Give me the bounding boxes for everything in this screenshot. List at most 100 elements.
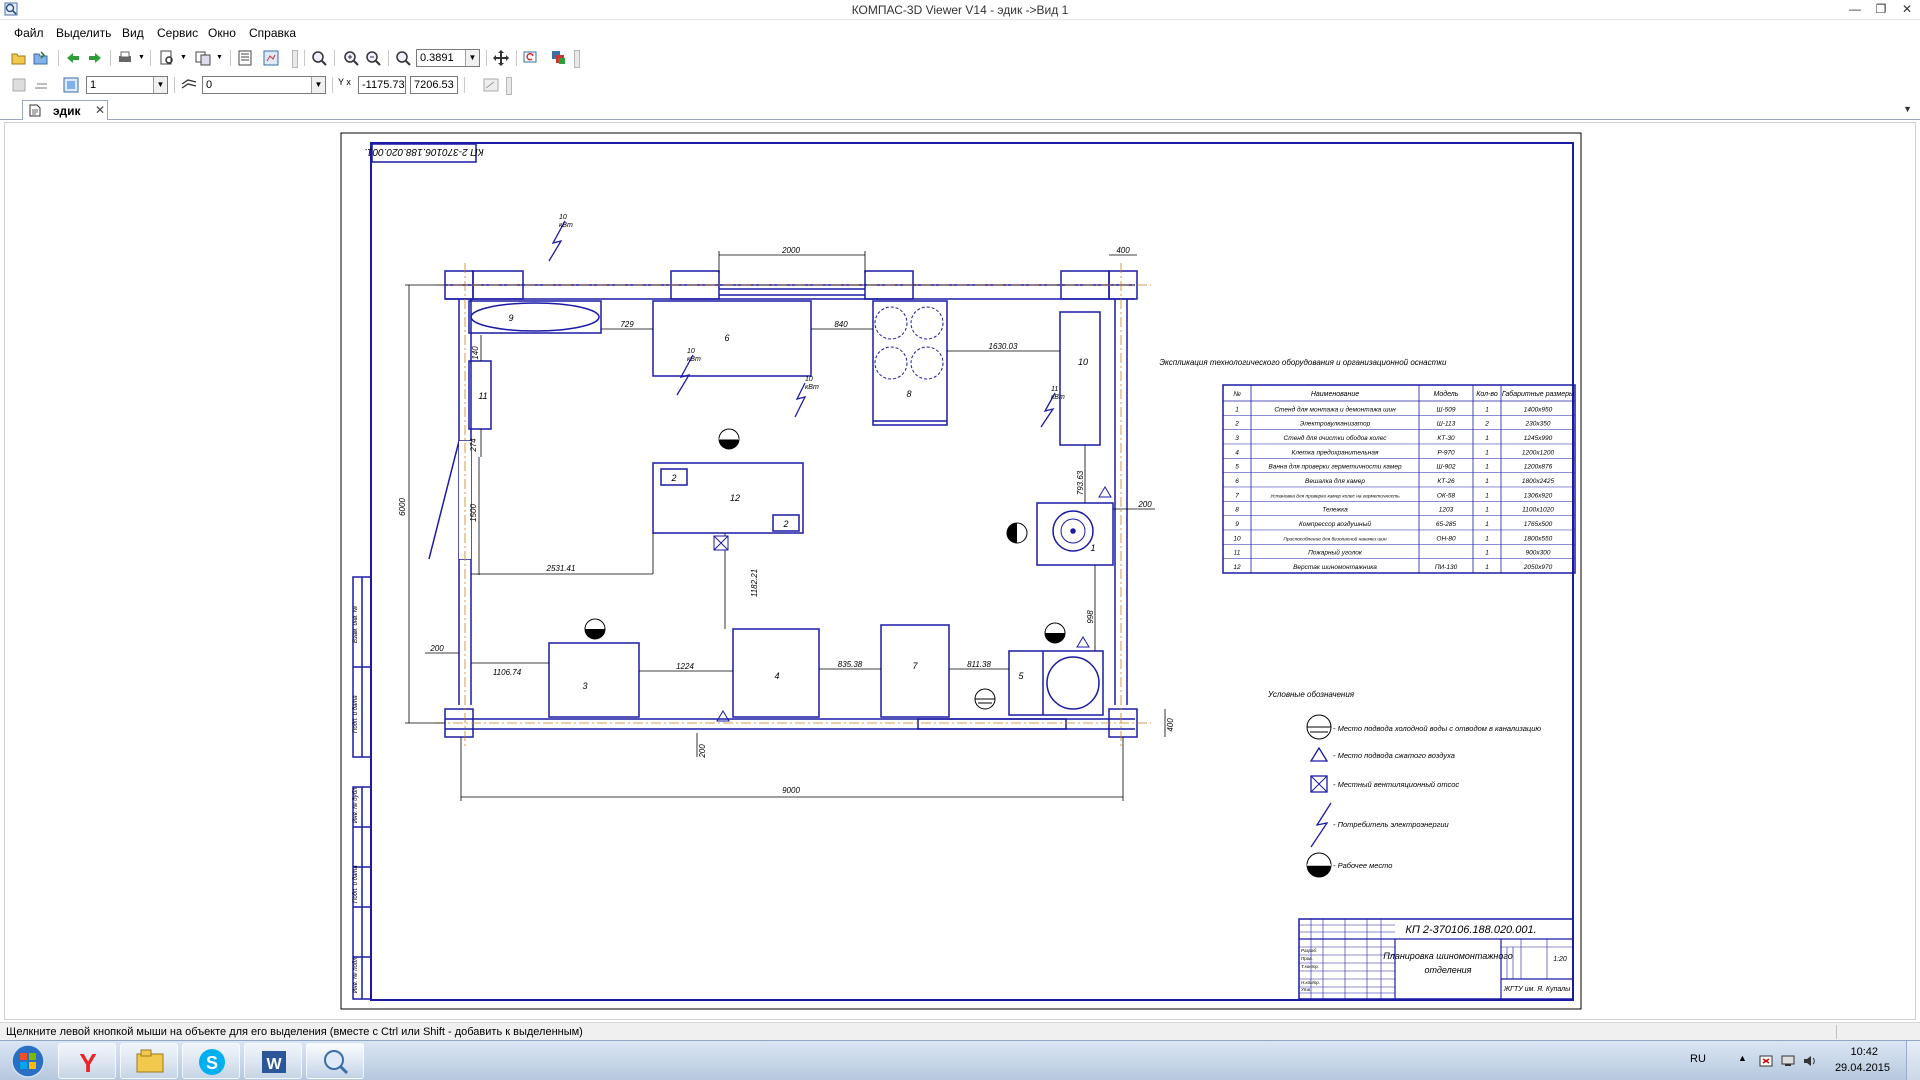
open-icon[interactable] [10,49,28,67]
system-tray: RU ▲ 10:42 29.04.2015 [1680,1041,1920,1080]
table-cell: 1306x920 [1524,492,1553,499]
dim-2000: 2000 [781,246,800,255]
table-cell: 1765x500 [1524,521,1553,528]
table-cell: 5 [1235,464,1239,471]
drawing-sheet[interactable]: КП 2-370106.188.020.001. Взам. инв. № По… [5,123,1917,1021]
table-cell: Стенд для очистки ободов колес [1284,434,1388,442]
manager-icon[interactable] [262,49,280,67]
taskbar-app-kompas[interactable] [306,1043,364,1079]
menu-select[interactable]: Выделить [56,26,111,40]
equip-label-1: 1 [1090,543,1095,553]
network-icon[interactable] [1780,1053,1796,1069]
zoom-window-icon[interactable] [310,49,328,67]
tab-close-icon[interactable]: ✕ [95,103,105,117]
drawing-canvas[interactable]: КП 2-370106.188.020.001. Взам. инв. № По… [4,122,1916,1020]
close-button[interactable]: ✕ [1900,2,1914,16]
current-layer-icon[interactable] [62,76,80,94]
tab-label: эдик [53,104,81,118]
preview-icon[interactable] [158,49,176,67]
start-button[interactable] [4,1043,52,1079]
menu-file[interactable]: Файл [14,26,44,40]
minimize-button[interactable]: — [1848,2,1862,16]
taskbar-app-explorer[interactable] [120,1043,178,1079]
zoom-in-icon[interactable] [342,49,360,67]
workplace-icon [1006,522,1028,544]
taskbar-app-yandex[interactable]: Y [58,1043,116,1079]
clock-date[interactable]: 29.04.2015 [1835,1062,1890,1074]
measure-icon[interactable] [482,76,500,94]
coord-y-field[interactable]: 7206.53 [410,76,458,94]
dim-400-top: 400 [1116,246,1130,255]
tab-list-icon[interactable]: ▼ [1903,104,1912,114]
equip-label-2b: 2 [782,519,788,529]
standard-toolbar: ▼ ▼ ▼ 0.3891 ▼ [0,45,1920,71]
dim-1500: 1500 [469,504,478,522]
menu-bar: Файл Выделить Вид Сервис Окно Справка [0,22,1920,44]
zoom-scale-icon[interactable] [394,49,412,67]
equip-label-11: 11 [478,391,487,401]
open-recent-icon[interactable] [32,49,50,67]
role-approved: Утв. [1301,987,1311,992]
coordinates-label: Y x [338,77,351,87]
zoom-out-icon[interactable] [364,49,382,67]
dim-200-right: 200 [1137,500,1152,509]
table-cell: Тележка [1322,507,1348,514]
layer-combo[interactable]: 1 ▼ [86,76,168,94]
language-indicator[interactable]: RU [1690,1053,1706,1065]
toolbar-grip[interactable] [574,50,580,68]
print-dropdown-icon[interactable]: ▼ [138,54,145,61]
refresh-icon[interactable] [522,49,540,67]
restore-button[interactable]: ❐ [1874,2,1888,16]
equip-label-2: 2 [670,473,676,483]
table-cell: 1400x950 [1524,406,1553,413]
table-cell: Ванна для проверки герметичности камер [1268,463,1402,471]
toolbar-grip[interactable] [506,77,512,95]
table-cell: 1 [1485,521,1489,528]
side-stamp-label-5: Инв. № подл. [352,956,359,993]
dim-9000: 9000 [782,786,800,795]
forward-arrow-icon[interactable] [86,49,104,67]
taskbar-app-word[interactable]: W [244,1043,302,1079]
table-cell: Приспособление для безопасной накачки ши… [1283,535,1387,542]
zoom-combo[interactable]: 0.3891 ▼ [416,49,480,67]
taskbar-app-skype[interactable]: S [182,1043,240,1079]
print-icon[interactable] [116,49,134,67]
coord-x-field[interactable]: -1175.73 [358,76,406,94]
table-header-size: Габаритные размеры [1502,390,1575,398]
copy-dropdown-icon[interactable]: ▼ [216,54,223,61]
ventilation-icon [713,535,729,551]
volume-icon[interactable] [1802,1053,1818,1069]
window-title: КОМПАС-3D Viewer V14 - эдик ->Вид 1 [851,3,1069,17]
pan-icon[interactable] [492,49,510,67]
table-cell: 1 [1485,406,1489,413]
action-center-icon[interactable] [1758,1053,1774,1069]
menu-help[interactable]: Справка [249,26,296,40]
style-icon[interactable] [180,76,198,94]
state-icon [12,78,26,92]
yandex-icon: Y [79,1048,96,1078]
word-icon: W [262,1051,286,1073]
menu-window[interactable]: Окно [208,26,236,40]
tab-edik[interactable]: эдик ✕ [22,100,108,120]
table-cell: 1800x550 [1524,535,1553,542]
layers-icon[interactable] [550,49,568,67]
menu-view[interactable]: Вид [122,26,144,40]
menu-service[interactable]: Сервис [157,26,198,40]
dim-274: 274 [469,438,478,453]
preview-dropdown-icon[interactable]: ▼ [180,54,187,61]
show-desktop-button[interactable] [1906,1041,1920,1080]
table-cell: 65-285 [1436,521,1457,528]
table-cell: Компрессор воздушный [1299,520,1371,528]
chevron-down-icon[interactable]: ▼ [153,77,167,93]
properties-icon[interactable] [236,49,254,67]
chevron-down-icon[interactable]: ▼ [311,77,325,93]
table-cell: 1 [1485,507,1489,514]
copy-properties-icon[interactable] [194,49,212,67]
clock-time[interactable]: 10:42 [1850,1046,1878,1058]
style-combo[interactable]: 0 ▼ [202,76,326,94]
table-cell: 1245x990 [1524,435,1553,442]
tray-expand-icon[interactable]: ▲ [1738,1053,1747,1063]
chevron-down-icon[interactable]: ▼ [465,50,479,66]
back-arrow-icon[interactable] [64,49,82,67]
toolbar-grip[interactable] [292,50,298,68]
